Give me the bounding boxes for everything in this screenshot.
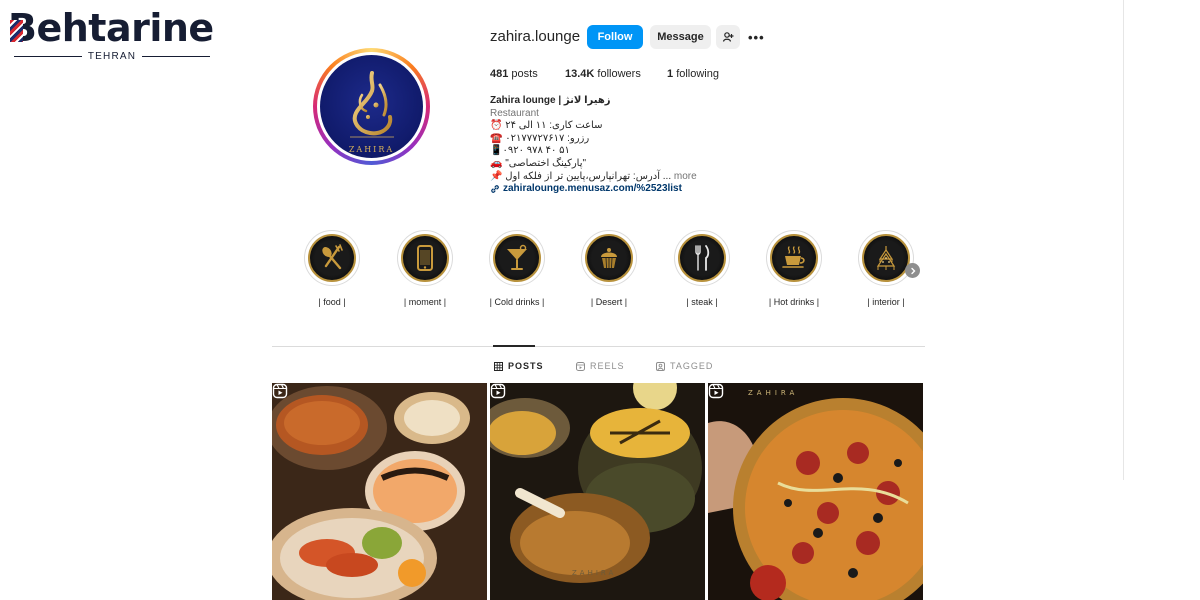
post-thumbnail[interactable]: ZAHIRA [708, 383, 923, 600]
tabs-divider [272, 346, 925, 347]
highlight-label: | interior | [867, 297, 905, 307]
more-options-button[interactable]: ••• [748, 30, 765, 45]
tab-label: POSTS [508, 361, 544, 371]
highlight-label: | Hot drinks | [768, 297, 820, 307]
food-photo-pizza: ZAHIRA [708, 383, 923, 600]
link-icon [491, 185, 499, 194]
highlight-label: | food | [318, 297, 346, 307]
message-button[interactable]: Message [650, 25, 711, 49]
bio-address: 📌 آدرس: تهرانپارس،پایین تر از فلکه اول .… [490, 171, 730, 184]
watermark-logo: Behtarine TEHRAN [8, 6, 214, 62]
knife-fork-icon [695, 245, 710, 271]
reels-icon [576, 361, 585, 371]
watermark-brand-rest: ehtarine [36, 6, 214, 50]
food-photo-rice-kebab [272, 383, 487, 600]
tab-posts[interactable]: POSTS [494, 361, 544, 371]
posts-label: posts [511, 68, 538, 80]
post-watermark: ZAHIRA [572, 569, 616, 577]
highlights-next-button[interactable] [905, 263, 920, 278]
highlight-food[interactable]: | food | [292, 230, 372, 307]
reel-icon [490, 383, 506, 399]
bio-parking: 🚗 "پارکینگ اختصاصی" [490, 157, 587, 169]
followers-count: 13.4K [565, 68, 595, 80]
divider [14, 56, 82, 57]
reel-icon [708, 383, 724, 399]
cocktail-icon [507, 244, 527, 270]
bio-reserve: ☎️ رزرو: ۰۲۱۷۷۷۲۷۶۱۷ [490, 132, 590, 144]
bio-address-text: 📌 آدرس: تهرانپارس،پایین تر از فلکه اول .… [490, 170, 672, 182]
chandelier-icon [876, 246, 896, 270]
highlight-cold-drinks[interactable]: | Cold drinks | [477, 230, 557, 307]
profile-stats: 481 posts 13.4K followers 1 following [490, 68, 719, 80]
followers-stat[interactable]: 13.4K followers [565, 68, 667, 80]
following-label: following [676, 68, 719, 80]
zahira-logo: ZAHIRA [320, 55, 423, 158]
highlight-label: | steak | [686, 297, 718, 307]
bio-phone: 📱۰۹۲۰ ۹۷۸ ۴۰ ۵۱ [490, 145, 570, 157]
bio-hours: ⏰ ساعت کاری: ۱۱ الی ۲۴ [490, 120, 603, 132]
post-watermark: ZAHIRA [748, 389, 798, 397]
chevron-right-icon [910, 267, 915, 274]
posts-count: 481 [490, 68, 509, 80]
logo-text: ZAHIRA [348, 145, 395, 154]
tab-label: REELS [590, 361, 625, 371]
posts-stat: 481 posts [490, 68, 565, 80]
highlight-hot-drinks[interactable]: | Hot drinks | [754, 230, 834, 307]
fork-spoon-icon [322, 244, 343, 270]
phone-icon [417, 245, 433, 271]
bio-name: Zahira lounge | زهیرا لانژ [490, 95, 611, 106]
profile-username: zahira.lounge [490, 28, 581, 45]
watermark-city: TEHRAN [87, 51, 137, 62]
page-scrollbar[interactable] [1123, 0, 1124, 480]
grid-icon [494, 361, 503, 371]
followers-label: followers [597, 68, 641, 80]
watermark-subtitle: TEHRAN [14, 51, 211, 62]
highlight-desert[interactable]: | Desert | [569, 230, 649, 307]
post-thumbnail[interactable] [272, 383, 487, 600]
highlight-moment[interactable]: | moment | [385, 230, 465, 307]
bio-more-link[interactable]: more [674, 171, 697, 182]
active-tab-indicator [493, 345, 535, 347]
hot-cup-icon [782, 246, 805, 268]
watermark-b-letter: B [8, 6, 37, 50]
add-user-icon [722, 32, 734, 42]
tab-tagged[interactable]: TAGGED [656, 361, 713, 371]
highlight-label: | Cold drinks | [489, 297, 545, 307]
highlight-label: | Desert | [590, 297, 628, 307]
cupcake-icon [601, 248, 617, 269]
food-photo-rice-lamb: ZAHIRA [490, 383, 705, 600]
tab-label: TAGGED [670, 361, 714, 371]
highlight-steak[interactable]: | steak | [662, 230, 742, 307]
following-count: 1 [667, 68, 674, 80]
flag-stripe-icon [10, 20, 23, 42]
reel-icon [272, 383, 288, 399]
following-stat[interactable]: 1 following [667, 68, 719, 80]
divider [142, 56, 211, 57]
tagged-icon [656, 361, 665, 371]
tab-reels[interactable]: REELS [576, 361, 625, 371]
follow-button[interactable]: Follow [587, 25, 643, 49]
post-thumbnail[interactable]: ZAHIRA [490, 383, 705, 600]
highlight-label: | moment | [403, 297, 447, 307]
suggest-user-button[interactable] [716, 25, 740, 49]
bio-link-text: zahiralounge.menusaz.com/%2523list [503, 183, 682, 195]
calligraphy-logo-icon [350, 71, 394, 138]
profile-bio: Zahira lounge | زهیرا لانژ Restaurant ⏰ … [490, 95, 730, 196]
bio-category: Restaurant [490, 107, 539, 119]
bio-website-link[interactable]: zahiralounge.menusaz.com/%2523list [490, 183, 730, 196]
profile-avatar[interactable]: ZAHIRA [313, 48, 430, 165]
